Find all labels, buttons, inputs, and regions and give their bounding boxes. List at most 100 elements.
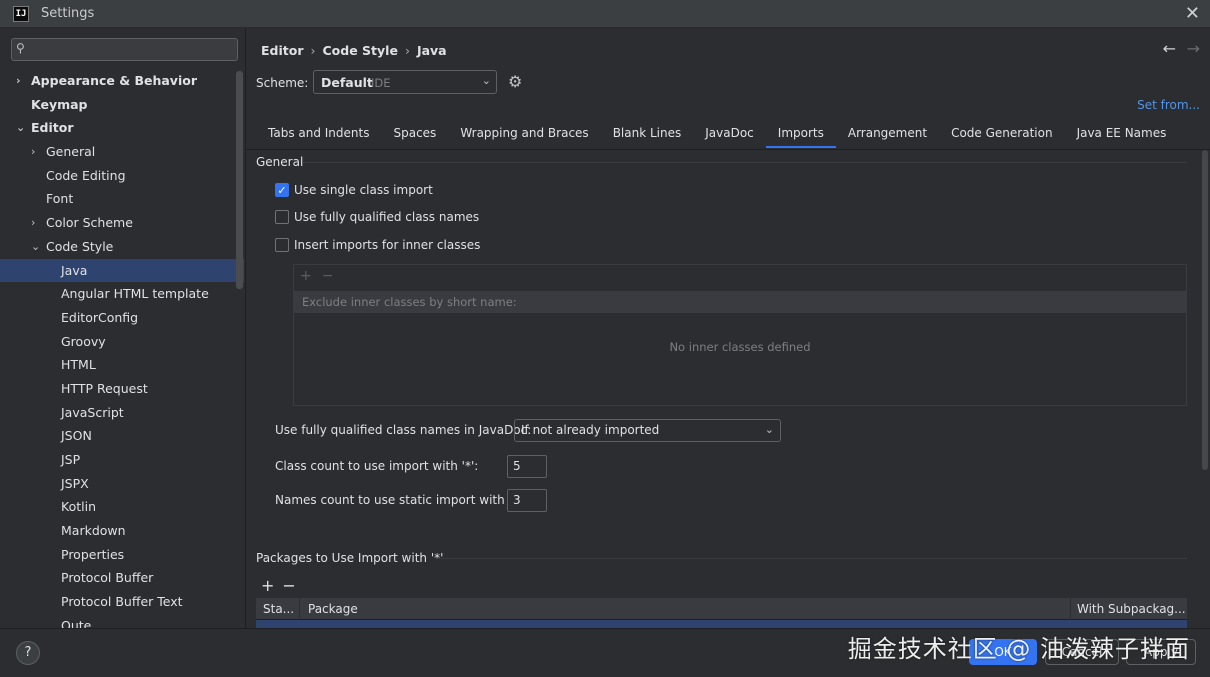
javadoc-dropdown[interactable]: If not already imported ⌄ <box>514 419 781 442</box>
sidebar-item-code-style[interactable]: ⌄ Code Style <box>0 235 244 259</box>
settings-sidebar: ⚲ › Appearance & Behavior Keymap ⌄ Editor › Ge… <box>0 28 246 628</box>
sidebar-item-label: Keymap <box>31 96 88 112</box>
sidebar-item-label: JSP <box>61 452 81 467</box>
settings-search[interactable]: ⚲ <box>11 38 238 61</box>
tab-imports[interactable]: Imports <box>765 124 836 150</box>
chevron-down-icon: ⌄ <box>764 423 774 436</box>
javadoc-label: Use fully qualified class names in JavaD… <box>275 423 532 437</box>
class-count-value: 5 <box>513 459 521 473</box>
add-icon[interactable]: + <box>300 268 312 284</box>
column-package[interactable]: Package <box>308 602 358 616</box>
chevron-right-icon[interactable]: › <box>31 140 35 164</box>
sidebar-item-protocol-buffer-text[interactable]: Protocol Buffer Text <box>0 590 244 614</box>
sidebar-item-editor[interactable]: ⌄ Editor <box>0 116 244 140</box>
tab-wrapping-and-braces[interactable]: Wrapping and Braces <box>448 124 600 150</box>
tab-code-generation[interactable]: Code Generation <box>939 124 1064 150</box>
sidebar-item-groovy[interactable]: Groovy <box>0 330 244 354</box>
use-fully-qualified-checkbox[interactable] <box>275 210 289 224</box>
breadcrumb-code-style[interactable]: Code Style <box>323 43 398 58</box>
tab-tabs-and-indents[interactable]: Tabs and Indents <box>256 124 381 150</box>
sidebar-item-label: Markdown <box>61 523 126 539</box>
sidebar-item-label: Code Style <box>46 238 114 254</box>
add-icon[interactable]: + <box>261 576 274 595</box>
sidebar-item-angular-html-template[interactable]: Angular HTML template <box>0 282 244 306</box>
sidebar-item-properties[interactable]: Properties <box>0 543 244 567</box>
sidebar-item-editorconfig[interactable]: EditorConfig <box>0 306 244 330</box>
sidebar-item-kotlin[interactable]: Kotlin <box>0 495 244 519</box>
class-count-label: Class count to use import with '*': <box>275 459 479 473</box>
sidebar-item-json[interactable]: JSON <box>0 424 244 448</box>
forward-arrow-icon[interactable]: → <box>1187 39 1200 58</box>
names-count-input[interactable]: 3 <box>507 489 547 512</box>
sidebar-item-label: Java <box>61 262 88 278</box>
sidebar-item-color-scheme[interactable]: › Color Scheme <box>0 211 244 235</box>
sidebar-item-label: Groovy <box>61 333 106 349</box>
title-bar: IJ Settings ✕ <box>0 0 1210 28</box>
scheme-label: Scheme: <box>256 76 309 90</box>
window-title: Settings <box>41 6 95 21</box>
general-section-divider <box>303 162 1187 163</box>
tab-spaces[interactable]: Spaces <box>381 124 448 150</box>
tab-java-ee-names[interactable]: Java EE Names <box>1065 124 1179 150</box>
tab-arrangement[interactable]: Arrangement <box>836 124 939 150</box>
checkbox-label: Use single class import <box>294 183 433 197</box>
remove-icon[interactable]: − <box>322 268 334 284</box>
inner-classes-table: + − Exclude inner classes by short name: … <box>293 264 1187 406</box>
use-single-class-import-row[interactable]: ✓ Use single class import <box>275 181 433 199</box>
set-from-link[interactable]: Set from... <box>1137 98 1200 112</box>
sidebar-item-label: JSPX <box>61 475 89 491</box>
sidebar-item-label: Protocol Buffer <box>61 570 154 586</box>
sidebar-item-label: JavaScript <box>61 404 124 420</box>
general-section-title: General <box>256 155 304 169</box>
checkbox-label: Insert imports for inner classes <box>294 238 481 252</box>
sidebar-item-html[interactable]: HTML <box>0 353 244 377</box>
scheme-type: IDE <box>371 76 391 90</box>
gear-icon[interactable]: ⚙ <box>508 72 522 91</box>
insert-imports-inner-row[interactable]: Insert imports for inner classes <box>275 236 480 254</box>
table-row[interactable] <box>256 620 1187 628</box>
inner-classes-toolbar: + − <box>300 268 343 284</box>
column-static[interactable]: Sta... <box>263 602 294 616</box>
tab-blank-lines[interactable]: Blank Lines <box>601 124 694 150</box>
sidebar-item-markdown[interactable]: Markdown <box>0 519 244 543</box>
chevron-down-icon[interactable]: ⌄ <box>16 116 25 140</box>
sidebar-item-general[interactable]: › General <box>0 140 244 164</box>
sidebar-item-jspx[interactable]: JSPX <box>0 472 244 496</box>
column-divider <box>299 598 300 620</box>
panel-scrollbar[interactable] <box>1202 150 1208 470</box>
back-arrow-icon[interactable]: ← <box>1163 39 1176 58</box>
breadcrumb-editor[interactable]: Editor <box>261 43 304 58</box>
help-icon[interactable]: ? <box>16 641 40 665</box>
checkbox-label: Use fully qualified class names <box>294 210 480 224</box>
class-count-input[interactable]: 5 <box>507 455 547 478</box>
sidebar-item-code-editing[interactable]: Code Editing <box>0 164 244 188</box>
remove-icon[interactable]: − <box>282 576 295 595</box>
tab-javadoc[interactable]: JavaDoc <box>693 124 766 150</box>
sidebar-item-protocol-buffer[interactable]: Protocol Buffer <box>0 566 244 590</box>
sidebar-scrollbar[interactable] <box>236 71 243 289</box>
use-fully-qualified-row[interactable]: Use fully qualified class names <box>275 208 479 226</box>
sidebar-item-qute[interactable]: Qute <box>0 614 244 628</box>
chevron-down-icon[interactable]: ⌄ <box>31 235 40 259</box>
sidebar-item-font[interactable]: Font <box>0 187 244 211</box>
sidebar-item-jsp[interactable]: JSP <box>0 448 244 472</box>
search-input[interactable] <box>34 41 234 58</box>
sidebar-item-keymap[interactable]: Keymap <box>0 93 244 117</box>
chevron-right-icon[interactable]: › <box>31 211 35 235</box>
scheme-name: Default <box>321 75 373 90</box>
insert-imports-inner-checkbox[interactable] <box>275 238 289 252</box>
use-single-class-import-checkbox[interactable]: ✓ <box>275 183 289 197</box>
names-count-label: Names count to use static import with '*… <box>275 493 526 507</box>
sidebar-item-javascript[interactable]: JavaScript <box>0 401 244 425</box>
chevron-down-icon: ⌄ <box>481 74 491 87</box>
inner-classes-header: Exclude inner classes by short name: <box>294 291 1186 313</box>
inner-classes-header-label: Exclude inner classes by short name: <box>302 295 517 309</box>
column-with-subpackages[interactable]: With Subpackag... <box>1077 602 1186 616</box>
scheme-dropdown[interactable]: Default IDE ⌄ <box>313 70 497 94</box>
sidebar-item-http-request[interactable]: HTTP Request <box>0 377 244 401</box>
sidebar-item-java[interactable]: Java <box>0 258 244 283</box>
close-window-icon[interactable]: ✕ <box>1185 3 1200 24</box>
sidebar-item-appearance-behavior[interactable]: › Appearance & Behavior <box>0 69 244 93</box>
sidebar-item-label: Protocol Buffer Text <box>61 594 183 610</box>
chevron-right-icon[interactable]: › <box>16 69 21 93</box>
